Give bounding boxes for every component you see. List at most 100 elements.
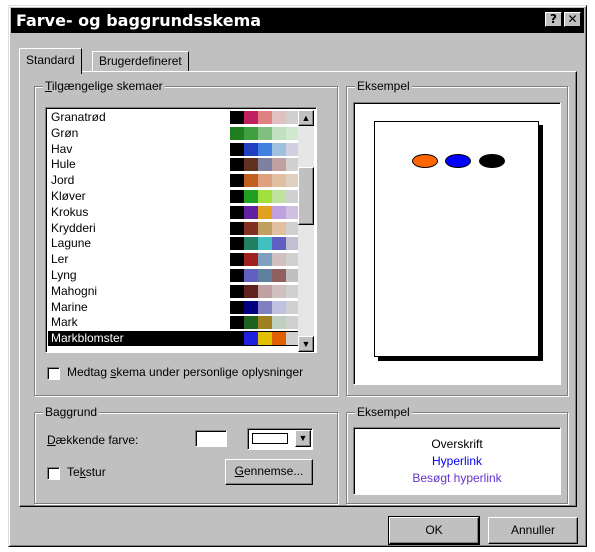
color-swatch — [272, 111, 286, 124]
color-swatch — [258, 174, 272, 188]
schemes-group-label: Tilgængelige skemaer — [43, 79, 165, 93]
title-bar[interactable]: Farve- og baggrundsskema ? ✕ — [11, 8, 584, 33]
color-swatch — [230, 111, 244, 124]
scheme-list-item[interactable]: Hav — [48, 142, 300, 157]
color-swatch — [272, 190, 286, 203]
color-swatch — [244, 142, 258, 156]
color-swatch — [272, 126, 286, 140]
browse-button[interactable]: Gennemse... — [225, 459, 313, 485]
scroll-up-button[interactable]: ▲ — [298, 110, 314, 126]
color-swatch — [258, 253, 272, 267]
arrow-down-icon: ▼ — [301, 339, 311, 349]
color-swatch — [230, 205, 244, 219]
color-swatch — [272, 174, 286, 188]
color-swatch — [244, 221, 258, 235]
color-swatch — [272, 205, 286, 219]
color-swatch — [258, 126, 272, 140]
color-swatch — [258, 237, 272, 251]
dialog-window: Farve- og baggrundsskema ? ✕ Standard Br… — [8, 5, 587, 547]
color-swatch — [230, 269, 244, 282]
scheme-list-item[interactable]: Jord — [48, 173, 300, 188]
scheme-list-item[interactable]: Hule — [48, 157, 300, 172]
color-swatch — [258, 332, 272, 346]
scheme-swatches — [230, 190, 300, 203]
include-scheme-label[interactable]: Medtag skema under personlige oplysninge… — [67, 365, 303, 379]
cover-color-label: Dækkende farve: — [47, 433, 139, 447]
scheme-list-item[interactable]: Krokus — [48, 204, 300, 220]
tab-panel: Tilgængelige skemaer Granatrød Grøn Hav Hul… — [19, 71, 577, 507]
texture-label[interactable]: Tekstur — [67, 465, 106, 479]
color-swatch — [244, 316, 258, 330]
color-swatch — [258, 316, 272, 330]
cancel-button[interactable]: Annuller — [488, 517, 578, 544]
scheme-list-item[interactable]: Mahogni — [48, 284, 300, 299]
example-top-label: Eksempel — [355, 79, 412, 93]
dropdown-arrow-icon: ▼ — [298, 433, 308, 443]
color-swatch — [258, 284, 272, 298]
scheme-swatches — [230, 111, 300, 124]
scheme-name: Kløver — [51, 189, 86, 203]
close-button[interactable]: ✕ — [564, 12, 581, 27]
tab-brugerdefineret-label: Brugerdefineret — [99, 54, 182, 68]
texture-checkbox[interactable] — [47, 467, 60, 480]
scheme-list-item[interactable]: Granatrød — [48, 110, 300, 125]
scheme-name: Marine — [51, 299, 88, 314]
scheme-swatches — [230, 300, 300, 314]
color-swatch — [244, 126, 258, 140]
color-swatch — [258, 221, 272, 235]
scheme-name: Ler — [51, 252, 69, 267]
close-icon: ✕ — [567, 12, 578, 26]
color-swatch — [230, 174, 244, 188]
scheme-list-item[interactable]: Kløver — [48, 189, 300, 204]
scroll-down-button[interactable]: ▼ — [298, 336, 314, 352]
schemes-scrollbar[interactable]: ▲ ▼ — [298, 110, 314, 352]
scheme-list-item[interactable]: Grøn — [48, 125, 300, 141]
scheme-name: Granatrød — [51, 110, 106, 124]
color-swatch — [230, 284, 244, 298]
preview-page — [374, 121, 539, 357]
scheme-list-item[interactable]: Lagune — [48, 236, 300, 251]
ok-button[interactable]: OK — [388, 516, 480, 545]
scheme-list-item[interactable]: Mark — [48, 315, 300, 330]
color-swatch — [244, 269, 258, 282]
color-swatch — [244, 205, 258, 219]
arrow-up-icon: ▲ — [301, 113, 311, 123]
color-swatch — [230, 126, 244, 140]
scheme-name: Lyng — [51, 268, 77, 282]
color-swatch — [230, 190, 244, 203]
scheme-list-item[interactable]: Markblomster — [48, 331, 300, 347]
color-swatch — [272, 284, 286, 298]
color-dropdown[interactable]: ▼ — [247, 428, 313, 450]
scheme-list-item[interactable]: Lyng — [48, 268, 300, 283]
dropdown-color-preview — [252, 433, 288, 444]
scheme-name: Markblomster — [51, 331, 124, 346]
help-button[interactable]: ? — [545, 12, 562, 27]
scheme-name: Krokus — [51, 204, 89, 219]
color-swatch — [258, 190, 272, 203]
scheme-name: Jord — [51, 173, 75, 188]
scheme-list-item[interactable]: Krydderi — [48, 221, 300, 236]
tab-brugerdefineret[interactable]: Brugerdefineret — [92, 51, 189, 71]
tab-standard-label: Standard — [26, 53, 75, 67]
color-swatch — [244, 284, 258, 298]
scheme-swatches — [230, 316, 300, 330]
example-group-bottom: Eksempel Overskrift Hyperlink Besøgt hyp… — [346, 405, 568, 504]
tab-standard[interactable]: Standard — [19, 48, 82, 74]
color-swatch — [244, 332, 258, 346]
scheme-list-item[interactable]: Ler — [48, 252, 300, 267]
scheme-swatches — [230, 221, 300, 235]
scheme-swatches — [230, 158, 300, 172]
scheme-swatches — [230, 174, 300, 188]
scheme-list-item[interactable]: Marine — [48, 299, 300, 315]
color-swatch — [258, 142, 272, 156]
scroll-thumb[interactable] — [298, 167, 314, 225]
scheme-swatches — [230, 284, 300, 298]
preview-oval — [445, 154, 471, 168]
schemes-listbox[interactable]: Granatrød Grøn Hav Hule Jord Kløver Krokus Kryd… — [45, 107, 317, 353]
scheme-name: Grøn — [51, 125, 79, 140]
scheme-swatches — [230, 269, 300, 282]
dropdown-button[interactable]: ▼ — [295, 430, 311, 447]
example-bottom-label: Eksempel — [355, 405, 412, 419]
scheme-name: Lagune — [51, 236, 92, 251]
include-scheme-checkbox[interactable] — [47, 367, 60, 380]
